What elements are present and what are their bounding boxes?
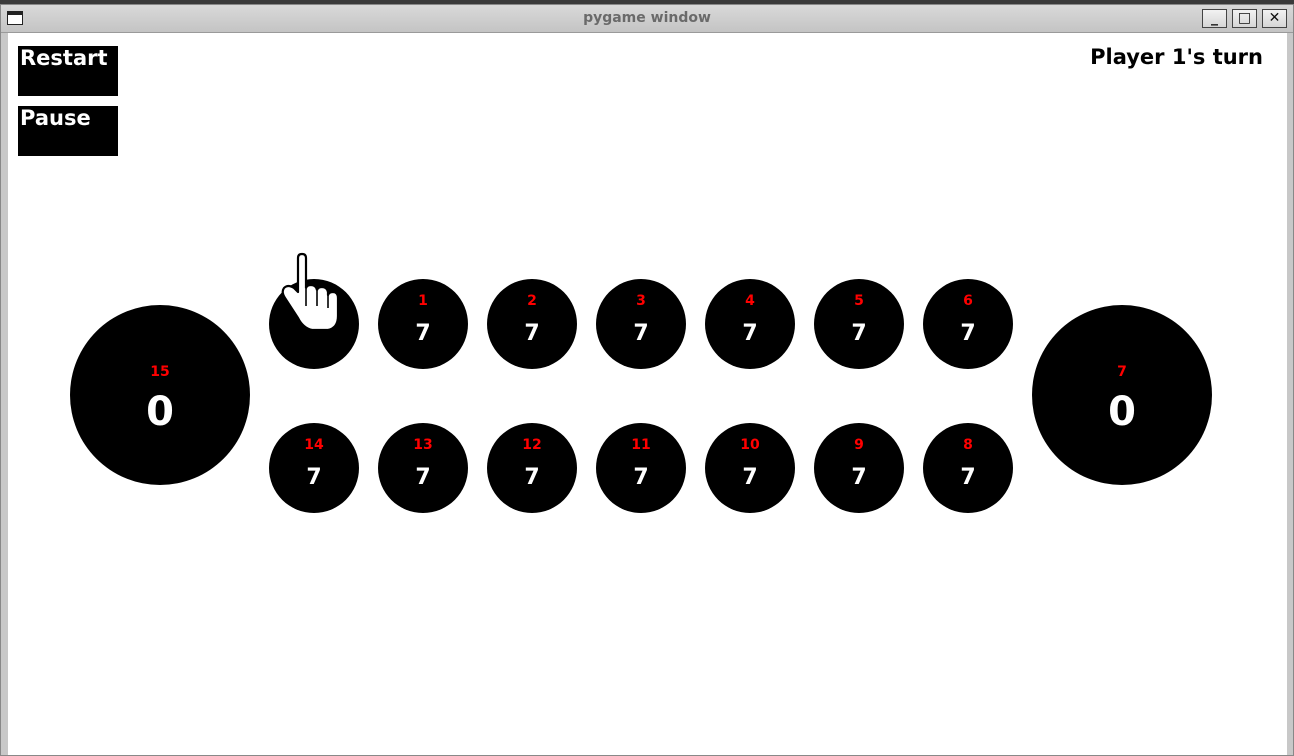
pit-top-4[interactable]: 4 7 [705, 279, 795, 369]
pit-bottom-9[interactable]: 9 7 [814, 423, 904, 513]
pit-stone-count: 7 [306, 465, 322, 490]
window-title: pygame window [583, 10, 711, 26]
pit-bottom-10[interactable]: 10 7 [705, 423, 795, 513]
restart-button[interactable]: Restart [18, 46, 118, 96]
pit-stone-count: 7 [960, 465, 976, 490]
pit-index-label: 15 [150, 364, 170, 380]
pit-stone-count: 7 [524, 465, 540, 490]
close-button[interactable]: ✕ [1262, 9, 1287, 28]
pit-bottom-11[interactable]: 11 7 [596, 423, 686, 513]
maximize-icon: □ [1237, 10, 1252, 26]
pit-stone-count: 0 [306, 307, 322, 332]
app-window: pygame window _ □ ✕ Restart Pause Player… [0, 4, 1294, 756]
game-canvas[interactable]: Restart Pause Player 1's turn 15 0 7 0 0… [8, 33, 1287, 755]
pit-top-3[interactable]: 3 7 [596, 279, 686, 369]
pit-stone-count: 7 [960, 321, 976, 346]
title-bar[interactable]: pygame window _ □ ✕ [1, 5, 1293, 33]
minimize-icon: _ [1211, 10, 1218, 26]
turn-indicator: Player 1's turn [1090, 45, 1263, 69]
pit-index-label: 14 [304, 437, 324, 453]
pit-index-label: 2 [527, 293, 537, 309]
pit-bottom-8[interactable]: 8 7 [923, 423, 1013, 513]
pit-stone-count: 7 [633, 465, 649, 490]
pit-bottom-12[interactable]: 12 7 [487, 423, 577, 513]
close-icon: ✕ [1268, 10, 1281, 26]
pit-index-label: 3 [636, 293, 646, 309]
pit-index-label: 4 [745, 293, 755, 309]
pit-index-label: 6 [963, 293, 973, 309]
pit-bottom-13[interactable]: 13 7 [378, 423, 468, 513]
pit-index-label: 10 [740, 437, 760, 453]
pit-index-label: 11 [631, 437, 651, 453]
pit-stone-count: 7 [851, 321, 867, 346]
pit-stone-count: 7 [524, 321, 540, 346]
pit-stone-count: 7 [742, 321, 758, 346]
pit-top-0[interactable]: 0 [269, 279, 359, 369]
pit-stone-count: 0 [146, 389, 174, 435]
pit-stone-count: 7 [415, 465, 431, 490]
pit-index-label: 1 [418, 293, 428, 309]
store-right[interactable]: 7 0 [1032, 305, 1212, 485]
pit-stone-count: 7 [742, 465, 758, 490]
pit-index-label: 8 [963, 437, 973, 453]
minimize-button[interactable]: _ [1202, 9, 1227, 28]
pit-top-2[interactable]: 2 7 [487, 279, 577, 369]
pit-index-label: 7 [1117, 364, 1127, 380]
pit-top-6[interactable]: 6 7 [923, 279, 1013, 369]
pit-top-5[interactable]: 5 7 [814, 279, 904, 369]
pit-index-label: 9 [854, 437, 864, 453]
pit-index-label: 5 [854, 293, 864, 309]
maximize-button[interactable]: □ [1232, 9, 1257, 28]
pit-index-label: 12 [522, 437, 542, 453]
pit-index-label: 13 [413, 437, 433, 453]
pause-button[interactable]: Pause [18, 106, 118, 156]
pit-stone-count: 7 [851, 465, 867, 490]
pit-stone-count: 7 [633, 321, 649, 346]
pit-top-1[interactable]: 1 7 [378, 279, 468, 369]
pit-stone-count: 7 [415, 321, 431, 346]
pit-stone-count: 0 [1108, 389, 1136, 435]
pit-bottom-14[interactable]: 14 7 [269, 423, 359, 513]
store-left[interactable]: 15 0 [70, 305, 250, 485]
